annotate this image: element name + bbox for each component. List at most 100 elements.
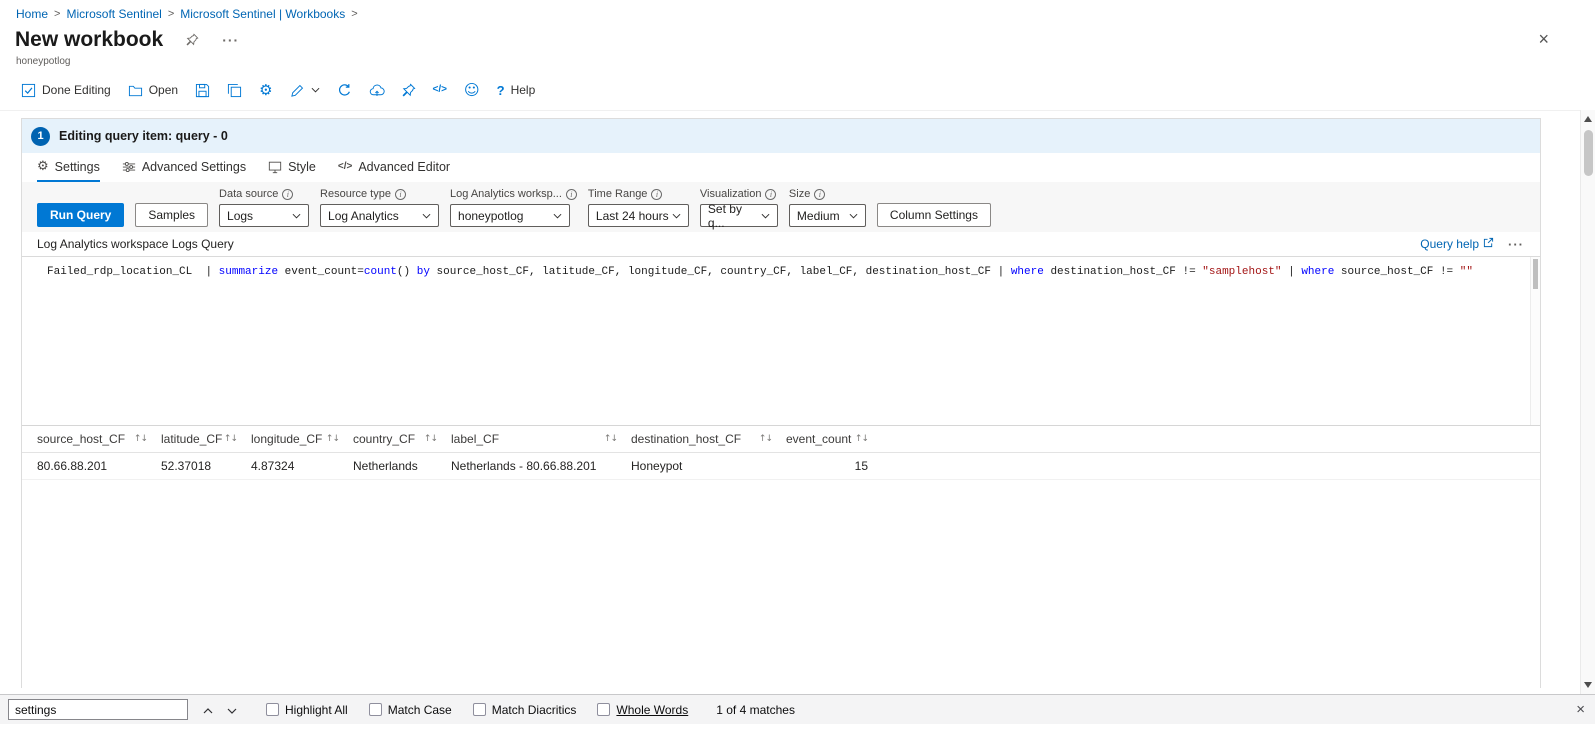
sort-icon[interactable]: ↑↓ — [604, 434, 618, 444]
breadcrumb-link-microsoft-sentinel-workbooks[interactable]: Microsoft Sentinel | Workbooks — [180, 7, 345, 21]
query-editor[interactable]: Failed_rdp_location_CL | summarize event… — [22, 256, 1540, 426]
open-button[interactable]: Open — [128, 83, 178, 98]
help-button[interactable]: ? Help — [497, 83, 536, 97]
find-next-button[interactable] — [220, 699, 244, 721]
dropdown-log-analytics-worksp[interactable]: honeypotlog — [450, 204, 571, 227]
column-header-country-cf[interactable]: country_CF ↑↓ — [353, 432, 451, 446]
save-as-button[interactable] — [227, 83, 242, 98]
smiley-icon: ☺ — [464, 80, 480, 99]
field-size: Size i Medium — [788, 188, 866, 227]
dropdown-value: Logs — [227, 208, 254, 223]
find-previous-button[interactable] — [196, 699, 220, 721]
tab-label: Advanced Settings — [141, 159, 247, 174]
chevron-down-icon — [553, 213, 562, 219]
save-button[interactable] — [195, 83, 210, 98]
close-icon[interactable]: × — [1538, 30, 1549, 48]
workbook-settings-button[interactable]: ⚙ — [259, 80, 273, 99]
dropdown-size[interactable]: Medium — [788, 204, 866, 227]
breadcrumb-link-microsoft-sentinel[interactable]: Microsoft Sentinel — [66, 7, 161, 21]
breadcrumb-separator: > — [54, 8, 61, 20]
checkbox[interactable] — [368, 703, 382, 716]
refresh-icon — [337, 83, 352, 98]
sort-icon[interactable]: ↑↓ — [326, 434, 340, 444]
tab-advanced-settings[interactable]: Advanced Settings — [122, 153, 246, 182]
find-option-match-case[interactable]: Match Case — [368, 703, 452, 717]
breadcrumb-separator: > — [167, 8, 175, 20]
more-options-icon[interactable]: ··· — [222, 32, 239, 48]
publish-button[interactable] — [369, 83, 385, 98]
find-option-highlight-all[interactable]: Highlight All — [266, 703, 348, 717]
sort-icon[interactable]: ↑↓ — [424, 434, 438, 444]
query-token: () — [396, 266, 417, 278]
editor-scrollbar[interactable] — [1530, 257, 1540, 425]
column-header-label: longitude_CF — [251, 432, 323, 446]
checkbox[interactable] — [472, 703, 486, 716]
column-header-destination-host-cf[interactable]: destination_host_CF ↑↓ — [631, 432, 786, 446]
tab-settings[interactable]: ⚙ Settings — [37, 153, 100, 182]
sort-icon[interactable]: ↑↓ — [855, 434, 869, 444]
checkbox[interactable] — [266, 703, 279, 716]
vertical-scrollbar[interactable] — [1580, 110, 1595, 694]
feedback-button[interactable]: ☺ — [464, 80, 480, 99]
tab-style[interactable]: Style — [268, 153, 316, 182]
column-header-label-cf[interactable]: label_CF ↑↓ — [451, 432, 631, 446]
find-option-label: Whole Words — [616, 702, 689, 717]
column-header-event-count[interactable]: event_count ↑↓ — [786, 432, 882, 446]
dropdown-data-source[interactable]: Logs — [219, 204, 310, 227]
info-icon[interactable]: i — [282, 188, 294, 200]
help-icon: ? — [496, 82, 505, 98]
checkbox[interactable] — [597, 703, 611, 716]
find-option-whole-words[interactable]: Whole Words — [597, 703, 688, 717]
pin-icon — [402, 83, 416, 97]
info-icon[interactable]: i — [814, 188, 826, 200]
scroll-thumb[interactable] — [1584, 130, 1593, 176]
column-header-source-host-cf[interactable]: source_host_CF ↑↓ — [37, 432, 161, 446]
info-icon[interactable]: i — [394, 188, 406, 200]
column-header-label: destination_host_CF — [631, 432, 742, 446]
find-close-icon[interactable]: × — [1576, 701, 1585, 718]
dropdown-time-range[interactable]: Last 24 hours — [587, 204, 689, 227]
save-icon — [195, 83, 210, 98]
column-header-longitude-cf[interactable]: longitude_CF ↑↓ — [251, 432, 353, 446]
dropdown-visualization[interactable]: Set by q... — [699, 202, 778, 230]
find-option-label: Highlight All — [285, 702, 348, 717]
info-icon[interactable]: i — [565, 188, 577, 200]
edit-button[interactable] — [290, 83, 320, 98]
query-code[interactable]: Failed_rdp_location_CL | summarize event… — [22, 257, 1540, 280]
info-icon[interactable]: i — [765, 188, 777, 200]
table-row[interactable]: 80.66.88.201 52.37018 4.87324 Netherlands Ne… — [22, 453, 1540, 480]
results-header: source_host_CF ↑↓ latitude_CF ↑↓ longitude_C… — [22, 426, 1540, 453]
samples-button[interactable]: Samples — [135, 203, 209, 227]
run-query-button[interactable]: Run Query — [37, 203, 125, 227]
column-settings-button[interactable]: Column Settings — [876, 203, 991, 227]
sort-icon[interactable]: ↑↓ — [224, 434, 238, 444]
workbook-subtitle: honeypotlog — [16, 56, 71, 67]
sort-icon[interactable]: ↑↓ — [759, 434, 773, 444]
query-controls-strip: Run Query Samples Data source i Logs Resour… — [22, 182, 1540, 232]
scroll-up-arrow[interactable] — [1581, 116, 1595, 122]
info-icon[interactable]: i — [651, 188, 663, 200]
dropdown-resource-type[interactable]: Log Analytics — [320, 204, 440, 227]
scroll-down-arrow[interactable] — [1581, 682, 1595, 688]
column-header-label: event_count — [786, 432, 852, 446]
settings-gear-icon: ⚙ — [259, 80, 273, 99]
pin-workbook-button[interactable] — [402, 83, 416, 97]
sort-icon[interactable]: ↑↓ — [134, 434, 148, 444]
query-help-link[interactable]: Query help — [1420, 237, 1494, 251]
find-input[interactable] — [8, 699, 188, 720]
done-editing-button[interactable]: Done Editing — [21, 83, 111, 98]
pin-icon[interactable] — [186, 33, 199, 46]
breadcrumb-link-home[interactable]: Home — [16, 7, 48, 21]
field-label-text: Visualization — [699, 188, 762, 200]
cell-longitude-cf: 4.87324 — [251, 459, 295, 473]
cell-event-count: 15 — [854, 459, 868, 473]
column-header-latitude-cf[interactable]: latitude_CF ↑↓ — [161, 432, 251, 446]
tab-advanced-editor[interactable]: </> Advanced Editor — [338, 153, 450, 182]
cell-latitude-cf: 52.37018 — [161, 459, 212, 473]
find-option-match-diacritics[interactable]: Match Diacritics — [472, 703, 576, 717]
advanced-editor-button[interactable]: </> — [433, 85, 447, 95]
query-more-options-icon[interactable]: ··· — [1508, 237, 1524, 252]
editor-scroll-thumb[interactable] — [1533, 259, 1538, 289]
query-token: source_host_CF, latitude_CF, longitude_C… — [429, 266, 998, 278]
refresh-button[interactable] — [337, 83, 352, 98]
